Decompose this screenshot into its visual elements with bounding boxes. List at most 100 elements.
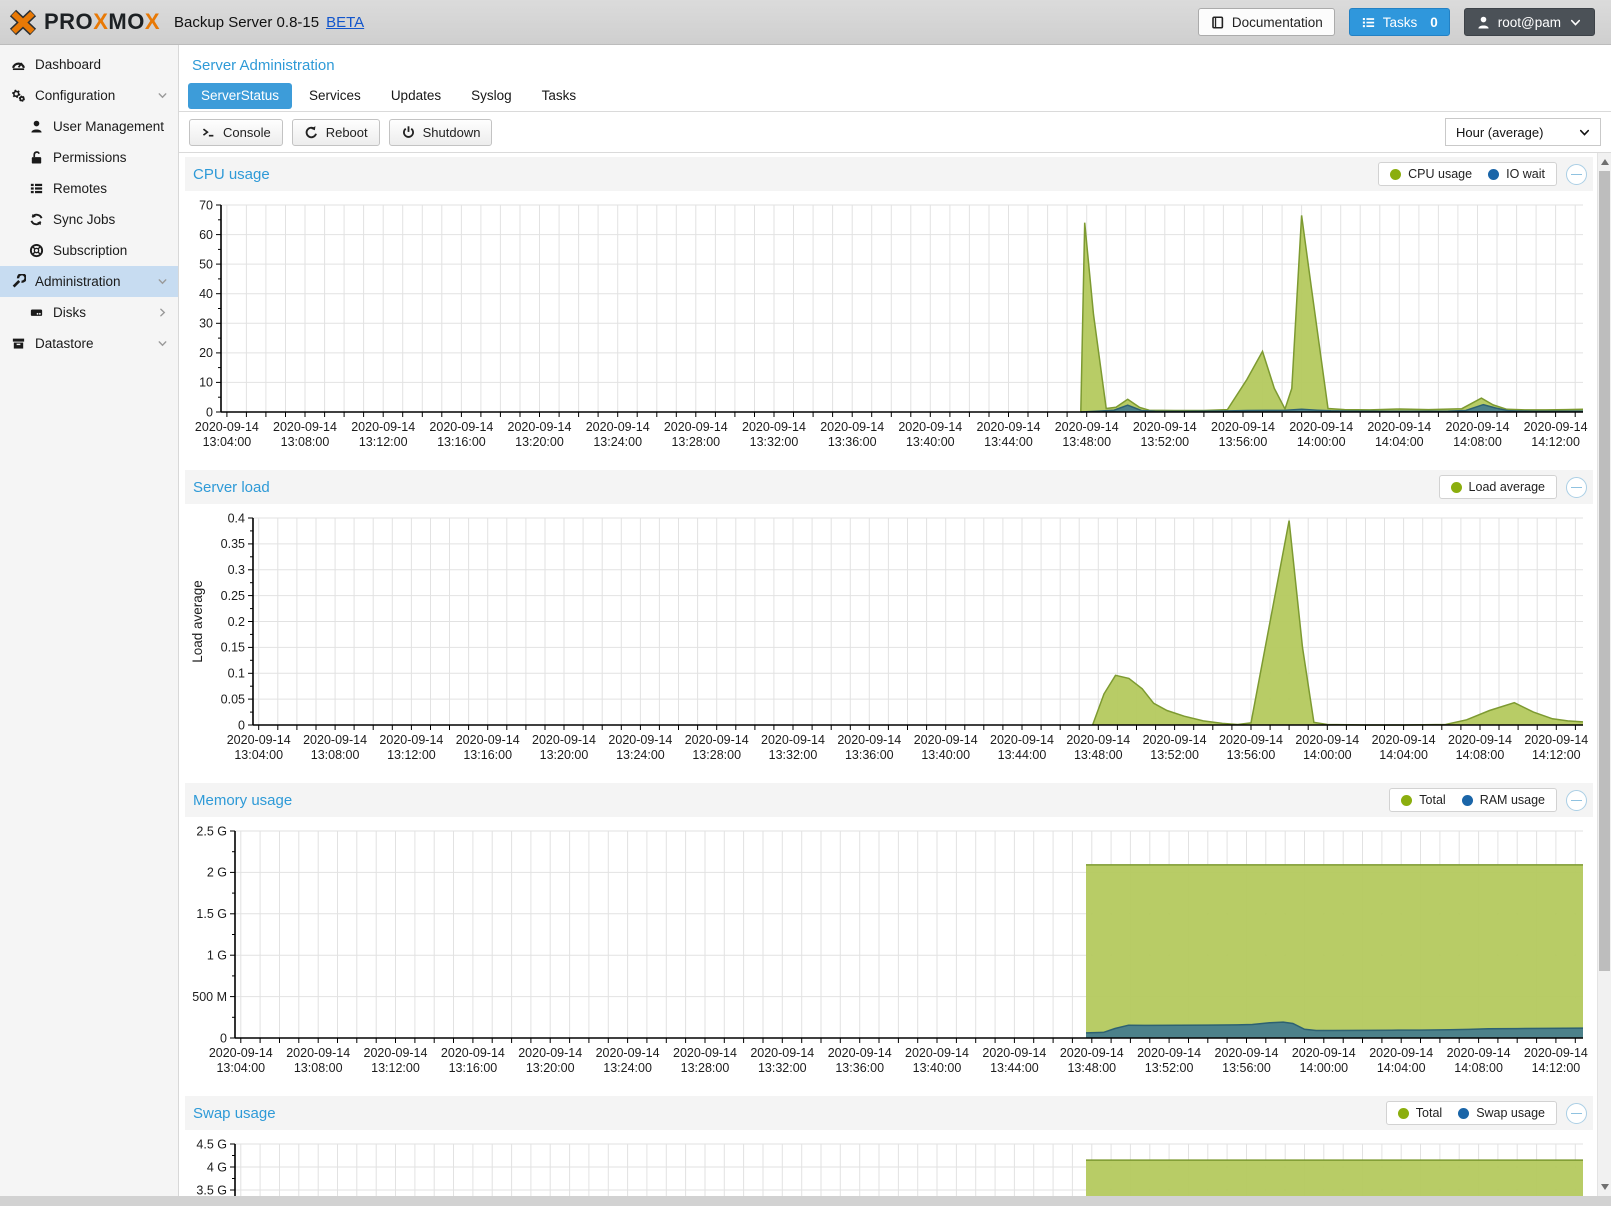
chart-panel-load: Server loadLoad average00.050.10.150.20.… [185, 470, 1593, 769]
tab-syslog[interactable]: Syslog [458, 83, 525, 109]
scroll-up-arrow[interactable] [1598, 155, 1611, 169]
svg-text:13:12:00: 13:12:00 [371, 1061, 420, 1075]
svg-text:14:12:00: 14:12:00 [1532, 748, 1581, 762]
legend-dot-icon [1458, 1108, 1469, 1119]
svg-text:0.05: 0.05 [221, 692, 245, 706]
svg-text:2020-09-14: 2020-09-14 [518, 1046, 582, 1060]
svg-text:2020-09-14: 2020-09-14 [820, 420, 884, 434]
svg-text:13:12:00: 13:12:00 [387, 748, 436, 762]
svg-text:2020-09-14: 2020-09-14 [761, 733, 825, 747]
svg-text:2020-09-14: 2020-09-14 [1369, 1046, 1433, 1060]
console-button[interactable]: Console [189, 119, 283, 146]
sidebar-item-sync-jobs[interactable]: Sync Jobs [0, 204, 178, 235]
sidebar-item-subscription[interactable]: Subscription [0, 235, 178, 266]
svg-text:70: 70 [199, 198, 213, 212]
collapse-circle-icon[interactable] [1566, 477, 1587, 498]
chart-header-swap: Swap usageTotal Swap usage [185, 1096, 1593, 1130]
tasks-button[interactable]: Tasks 0 [1349, 8, 1450, 36]
sidebar-item-configuration[interactable]: Configuration [0, 80, 178, 111]
tab-services[interactable]: Services [296, 83, 374, 109]
svg-text:1.5 G: 1.5 G [196, 907, 227, 921]
svg-text:2020-09-14: 2020-09-14 [977, 420, 1041, 434]
scrollbar-thumb[interactable] [1599, 171, 1610, 971]
collapse-circle-icon[interactable] [1566, 790, 1587, 811]
charts-scroll-area: CPU usageCPU usageIO wait010203040506070… [179, 153, 1597, 1196]
chart-legend[interactable]: CPU usage IO wait [1378, 162, 1557, 186]
svg-text:0.35: 0.35 [221, 537, 245, 551]
legend-dot-icon [1401, 795, 1412, 806]
scroll-down-arrow[interactable] [1598, 1180, 1611, 1194]
svg-text:2020-09-14: 2020-09-14 [742, 420, 806, 434]
svg-text:0: 0 [206, 405, 213, 419]
brand-letter: X [93, 9, 108, 34]
sidebar-item-remotes[interactable]: Remotes [0, 173, 178, 204]
sidebar-item-permissions[interactable]: Permissions [0, 142, 178, 173]
legend-item[interactable]: Total [1398, 1106, 1442, 1120]
svg-text:0.3: 0.3 [228, 563, 245, 577]
task-list-icon [1361, 15, 1376, 30]
svg-text:1 G: 1 G [207, 949, 227, 963]
svg-text:13:40:00: 13:40:00 [921, 748, 970, 762]
svg-text:10: 10 [199, 376, 213, 390]
legend-dot-icon [1451, 482, 1462, 493]
sidebar-item-user-management[interactable]: User Management [0, 111, 178, 142]
svg-text:2020-09-14: 2020-09-14 [837, 733, 901, 747]
collapse-circle-icon[interactable] [1566, 1103, 1587, 1124]
reboot-icon [304, 125, 319, 140]
sidebar-item-label: Datastore [35, 336, 94, 351]
legend-item[interactable]: IO wait [1488, 167, 1545, 181]
legend-dot-icon [1488, 169, 1499, 180]
chevron-down-icon [156, 337, 169, 350]
sidebar-item-disks[interactable]: Disks [0, 297, 178, 328]
documentation-button[interactable]: Documentation [1198, 8, 1335, 36]
svg-text:13:04:00: 13:04:00 [216, 1061, 265, 1075]
chart-svg-load: 00.050.10.150.20.250.30.350.42020-09-141… [185, 506, 1593, 769]
svg-text:2020-09-14: 2020-09-14 [1211, 420, 1275, 434]
tab-updates[interactable]: Updates [378, 83, 454, 109]
chart-header-load: Server loadLoad average [185, 470, 1593, 504]
svg-text:14:12:00: 14:12:00 [1531, 435, 1580, 449]
svg-text:13:16:00: 13:16:00 [463, 748, 512, 762]
time-range-value: Hour (average) [1456, 125, 1543, 140]
toolbar: Console Reboot Shutdown Hour (average) [179, 112, 1611, 153]
vertical-scrollbar[interactable] [1597, 153, 1611, 1196]
svg-text:13:16:00: 13:16:00 [449, 1061, 498, 1075]
legend-item[interactable]: Swap usage [1458, 1106, 1545, 1120]
svg-text:2020-09-14: 2020-09-14 [1133, 420, 1197, 434]
legend-item[interactable]: CPU usage [1390, 167, 1472, 181]
chart-legend[interactable]: Total RAM usage [1389, 788, 1557, 812]
time-range-select[interactable]: Hour (average) [1445, 118, 1601, 146]
sidebar-item-dashboard[interactable]: Dashboard [0, 49, 178, 80]
svg-text:60: 60 [199, 228, 213, 242]
chart-header-memory: Memory usageTotalRAM usage [185, 783, 1593, 817]
svg-text:2020-09-14: 2020-09-14 [1066, 733, 1130, 747]
svg-text:14:04:00: 14:04:00 [1375, 435, 1424, 449]
sidebar-item-administration[interactable]: Administration [0, 266, 178, 297]
svg-text:13:24:00: 13:24:00 [616, 748, 665, 762]
chevron-down-icon [1577, 125, 1592, 140]
svg-text:2020-09-14: 2020-09-14 [303, 733, 367, 747]
tab-tasks[interactable]: Tasks [529, 83, 590, 109]
svg-text:2020-09-14: 2020-09-14 [456, 733, 520, 747]
chart-panel-memory: Memory usageTotalRAM usage0500 M1 G1.5 G… [185, 783, 1593, 1082]
svg-text:2020-09-14: 2020-09-14 [1289, 420, 1353, 434]
chart-legend[interactable]: Total Swap usage [1386, 1101, 1557, 1125]
sidebar-item-datastore[interactable]: Datastore [0, 328, 178, 359]
legend-item[interactable]: RAM usage [1462, 793, 1545, 807]
user-menu-button[interactable]: root@pam [1464, 8, 1595, 36]
tab-serverstatus[interactable]: ServerStatus [188, 83, 292, 109]
svg-text:2020-09-14: 2020-09-14 [273, 420, 337, 434]
legend-item[interactable]: Load average [1451, 480, 1545, 494]
legend-item[interactable]: Total [1401, 793, 1445, 807]
reboot-button[interactable]: Reboot [292, 119, 380, 146]
svg-text:2020-09-14: 2020-09-14 [898, 420, 962, 434]
shutdown-label: Shutdown [423, 125, 481, 140]
beta-link[interactable]: BETA [326, 14, 364, 31]
legend-label: Load average [1469, 480, 1545, 494]
chart-legend[interactable]: Load average [1439, 475, 1557, 499]
user-icon [1476, 15, 1491, 30]
collapse-circle-icon[interactable] [1566, 164, 1587, 185]
shutdown-button[interactable]: Shutdown [389, 119, 493, 146]
svg-text:13:28:00: 13:28:00 [671, 435, 720, 449]
legend-label: CPU usage [1408, 167, 1472, 181]
